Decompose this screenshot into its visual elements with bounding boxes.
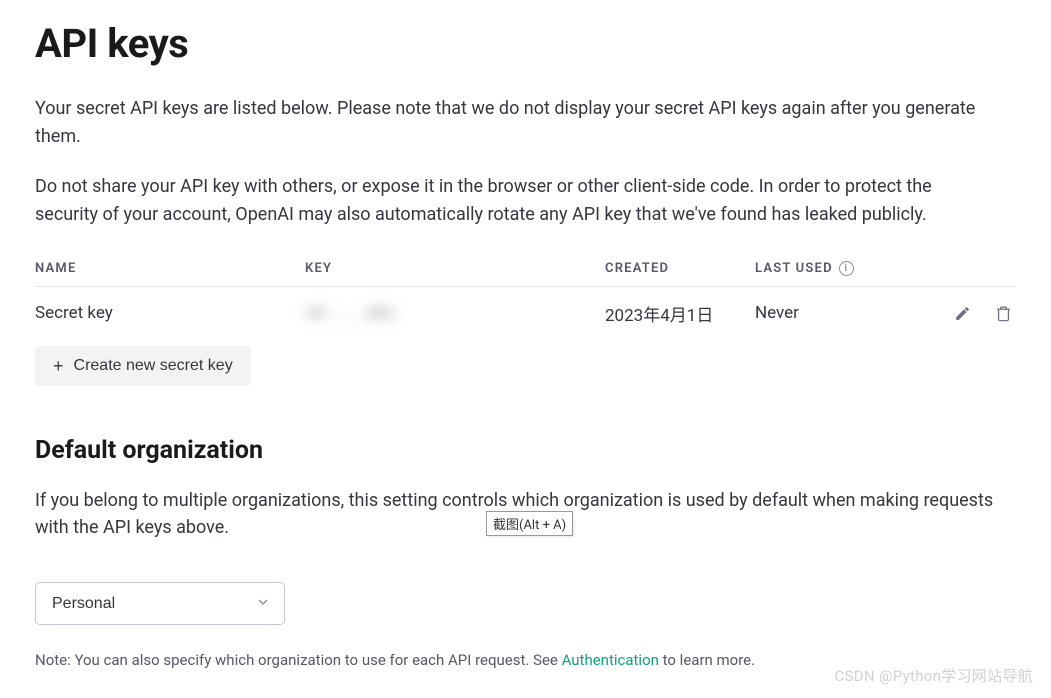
key-created-cell: 2023年4月1日	[605, 301, 755, 326]
key-masked: sk-...abc	[305, 303, 397, 323]
col-header-key: KEY	[305, 261, 605, 276]
note-suffix: to learn more.	[659, 651, 755, 669]
pencil-icon	[954, 305, 971, 322]
key-value-cell: sk-...abc	[305, 303, 605, 323]
page-title: API keys	[35, 20, 1016, 67]
note-prefix: Note: You can also specify which organiz…	[35, 651, 562, 669]
delete-key-button[interactable]	[991, 301, 1016, 326]
trash-icon	[995, 305, 1012, 322]
col-header-lastused-label: LAST USED	[755, 261, 833, 276]
col-header-created: CREATED	[605, 261, 755, 276]
key-name-cell: Secret key	[35, 303, 305, 323]
description-secondary: Do not share your API key with others, o…	[35, 173, 995, 229]
screenshot-tooltip: 截图(Alt + A)	[486, 511, 573, 536]
api-keys-table: NAME KEY CREATED LAST USED i Secret key …	[35, 261, 1016, 386]
default-org-title: Default organization	[35, 436, 1016, 465]
info-icon[interactable]: i	[839, 261, 854, 276]
table-row: Secret key sk-...abc 2023年4月1日 Never	[35, 287, 1016, 340]
key-lastused-cell: Never	[755, 303, 925, 323]
edit-key-button[interactable]	[950, 301, 975, 326]
create-secret-key-button[interactable]: + Create new secret key	[35, 346, 251, 386]
authentication-link[interactable]: Authentication	[562, 651, 659, 669]
watermark: CSDN @Python学习网站导航	[835, 665, 1033, 686]
col-header-lastused: LAST USED i	[755, 261, 925, 276]
col-header-name: NAME	[35, 261, 305, 276]
organization-select[interactable]: Personal	[35, 582, 285, 625]
description-primary: Your secret API keys are listed below. P…	[35, 95, 995, 151]
plus-icon: +	[53, 357, 64, 375]
org-select-wrapper: Personal	[35, 582, 285, 625]
table-header-row: NAME KEY CREATED LAST USED i	[35, 261, 1016, 287]
create-button-label: Create new secret key	[74, 357, 233, 375]
